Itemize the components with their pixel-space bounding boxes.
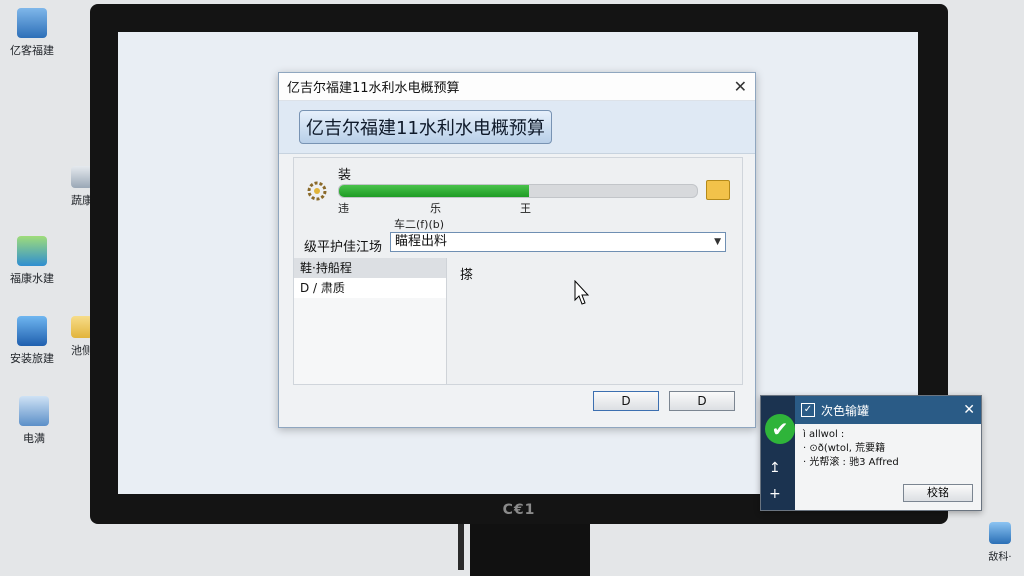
path-select[interactable]: 瞄程出料 ▼ xyxy=(390,232,726,252)
detail-text: 搽 xyxy=(460,268,474,283)
folder-icon[interactable] xyxy=(706,180,730,200)
installer-icon xyxy=(17,316,47,346)
dialog-titlebar: 亿吉尔福建11水利水电概预算 ✕ xyxy=(279,73,755,101)
notification-line: ì allwol : xyxy=(803,429,845,440)
printer-icon xyxy=(19,396,49,426)
dialog-header-title: 亿吉尔福建11水利水电概预算 xyxy=(299,110,552,144)
notification-line: · ⊙ð(wtol, 荒要籍 xyxy=(803,443,886,454)
close-icon[interactable]: ✕ xyxy=(963,402,975,418)
computer-icon xyxy=(17,8,47,38)
primary-button[interactable]: D xyxy=(593,391,659,411)
desktop-icon-label: 福康水建 xyxy=(10,272,54,285)
install-complete-notification: ✔ ↥ + ✓ 次色输罐 ✕ ì allwol : · ⊙ð(wtol, 荒要籍… xyxy=(760,395,982,511)
desktop-icon-label: 采 xyxy=(0,422,14,438)
desktop-icon-7[interactable]: 采 xyxy=(0,422,14,438)
gear-icon xyxy=(307,181,327,201)
combo-label: 级平护佳江场 xyxy=(304,240,383,255)
checkbox-icon: ✓ xyxy=(801,403,815,417)
notification-sidebar: ✔ ↥ + xyxy=(761,396,795,510)
plus-icon[interactable]: + xyxy=(769,486,781,502)
list-item[interactable]: D / 肃质 xyxy=(294,278,446,298)
secondary-button[interactable]: D xyxy=(669,391,735,411)
component-list: 鞋·持船程 D / 肃质 xyxy=(294,258,447,384)
progress-bar xyxy=(338,184,698,198)
desktop-icon-6[interactable]: 电满 xyxy=(4,396,64,446)
combo-caption: 车二(f)(b) xyxy=(394,218,445,231)
desktop-icon-1[interactable]: 亿客福建 xyxy=(2,8,62,58)
notification-body: ì allwol : · ⊙ð(wtol, 荒要籍 · 光帮滚 : 驰3 Aff… xyxy=(803,428,899,470)
progress-tick: 乐 xyxy=(430,202,441,215)
app-icon xyxy=(17,236,47,266)
progress-label: 装 xyxy=(338,168,352,183)
notification-ok-button[interactable]: 校铭 xyxy=(903,484,973,502)
monitor-cable xyxy=(458,520,464,570)
dialog-title: 亿吉尔福建11水利水电概预算 xyxy=(287,81,460,96)
progress-tick: 王 xyxy=(520,202,531,215)
notification-line: · 光帮滚 : 驰3 Affred xyxy=(803,457,899,468)
desktop-icon-3[interactable]: 福康水建 xyxy=(2,236,62,286)
progress-fill xyxy=(339,185,529,197)
chevron-down-icon[interactable]: ▼ xyxy=(714,233,721,251)
progress-tick: 违 xyxy=(338,202,349,215)
dialog-panel: 装 违 乐 王 车二(f)(b) 级平护佳江场 瞄程出料 ▼ 鞋·持船程 D /… xyxy=(293,157,743,385)
notification-header: ✓ 次色输罐 ✕ xyxy=(795,396,981,424)
dialog-header: 亿吉尔福建11水利水电概预算 xyxy=(279,101,755,154)
desktop-icon-8[interactable]: 敌科· xyxy=(978,522,1022,563)
desktop-icon-label: 亿客福建 xyxy=(10,44,54,57)
notification-title: 次色输罐 xyxy=(821,403,870,418)
app-icon xyxy=(989,522,1011,544)
mouse-cursor-icon xyxy=(574,280,590,305)
installer-dialog: 亿吉尔福建11水利水电概预算 ✕ 亿吉尔福建11水利水电概预算 装 违 乐 王 … xyxy=(278,72,756,428)
desktop-icon-label: 敌科· xyxy=(988,552,1012,563)
path-select-value: 瞄程出料 xyxy=(395,234,448,249)
list-header: 鞋·持船程 xyxy=(294,258,446,278)
checkmark-icon: ✔ xyxy=(765,414,795,444)
pin-icon[interactable]: ↥ xyxy=(769,460,781,476)
monitor-stand xyxy=(470,524,590,576)
close-icon[interactable]: ✕ xyxy=(734,77,747,96)
